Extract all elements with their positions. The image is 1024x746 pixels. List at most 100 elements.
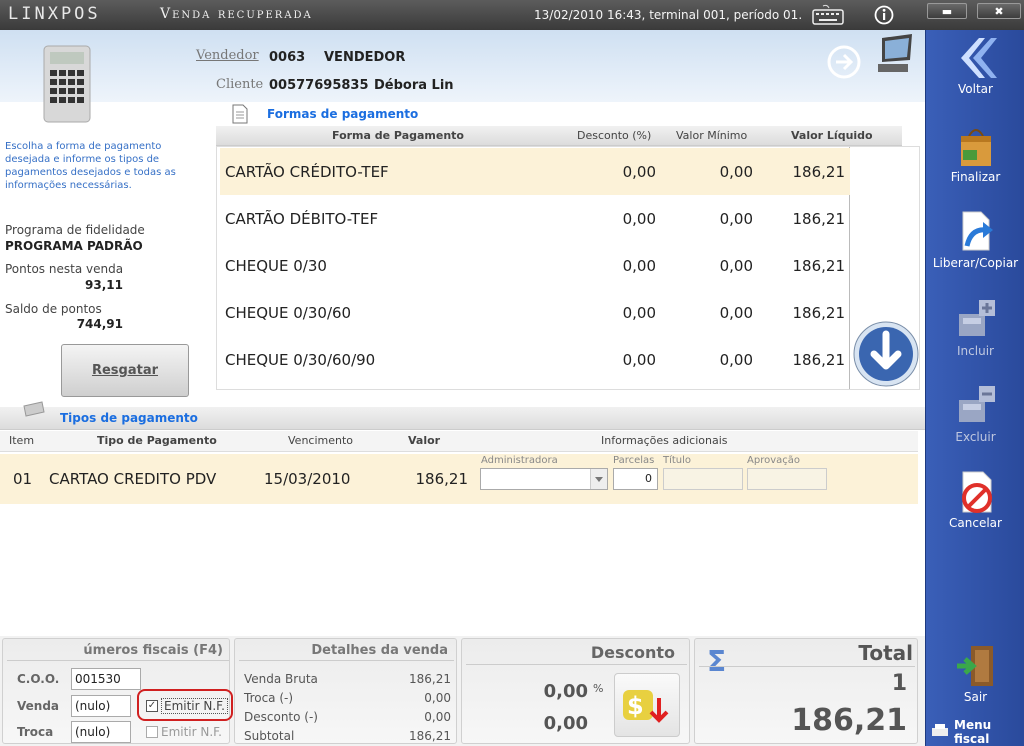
aprovacao-input[interactable] [747,468,827,490]
vendedor-name: VENDEDOR [324,50,406,65]
incluir-button[interactable]: Incluir [926,292,1024,372]
window-title: Venda recuperada [160,6,313,22]
document-icon [231,104,249,127]
desconto-title: Desconto [590,643,675,662]
discount-icon: $ [623,690,669,723]
tipo-row[interactable]: 01 CARTAO CREDITO PDV 15/03/2010 186,21 … [0,454,918,504]
liberar-copiar-button[interactable]: Liberar/Copiar [926,204,1024,284]
arrow-down-icon [853,321,919,387]
forma-minimo: 0,00 [719,162,753,181]
troca-input[interactable]: (nulo) [71,721,131,743]
excluir-label: Excluir [955,430,996,444]
cancelar-button[interactable]: Cancelar [926,464,1024,544]
total-value: 186,21 [791,703,907,738]
cancel-icon [955,470,997,514]
desconto-det-label: Desconto (-) [244,710,318,724]
tipo-valor: 186,21 [415,470,469,488]
col-forma: Forma de Pagamento [332,129,464,142]
emitir-nf-troca-label: Emitir N.F. [161,725,222,739]
administradora-label: Administradora [481,455,558,466]
forma-name: CARTÃO CRÉDITO-TEF [225,162,389,181]
fiscais-box: úmeros fiscais (F4) C.O.O. 001530 Venda … [2,638,233,744]
desconto-percent: 0,00 [543,681,588,702]
tipos-title: Tipos de pagamento [60,411,198,425]
shopping-bag-icon [955,124,997,168]
col-liquido: Valor Líquido [791,129,873,142]
detalhes-box: Detalhes da venda Venda Bruta 186,21 Tro… [234,638,457,744]
cancelar-label: Cancelar [949,516,1002,530]
info-icon[interactable] [872,3,896,27]
cliente-code: 00577695835 [269,78,369,93]
keyboard-icon[interactable] [810,3,846,27]
forma-row[interactable]: CHEQUE 0/30 0,00 0,00 186,21 [220,242,850,289]
card-icon [20,400,46,421]
total-divider [699,666,915,667]
calculator-icon [42,44,92,127]
forma-liquido: 186,21 [792,303,846,322]
sigma-icon: Σ [707,645,727,678]
desconto-divider [466,664,687,665]
desconto-box: Desconto 0,00 % 0,00 $ [461,638,690,744]
formas-title: Formas de pagamento [267,107,419,121]
forma-row[interactable]: CHEQUE 0/30/60/90 0,00 0,00 186,21 [220,336,850,383]
remove-register-icon [955,384,997,428]
titulo-input[interactable] [663,468,743,490]
total-count: 1 [891,671,907,696]
forma-liquido: 186,21 [792,256,846,275]
finalizar-label: Finalizar [950,170,1001,184]
emitir-nf-label: Emitir N.F. [161,698,228,714]
checkbox-unchecked-icon [146,726,158,738]
sair-button[interactable]: Sair [926,638,1024,718]
excluir-button[interactable]: Excluir [926,378,1024,458]
col-valor: Valor [408,434,441,447]
aprovacao-label: Aprovação [747,455,800,466]
liberar-copiar-label: Liberar/Copiar [932,256,1019,270]
title-bar: LINXPOS Venda recuperada 13/02/2010 16:4… [0,0,1024,30]
venda-label: Venda [17,699,59,713]
fiscais-title: úmeros fiscais (F4) [83,643,223,658]
forma-name: CHEQUE 0/30/60/90 [225,350,376,369]
col-desconto: Desconto (%) [577,129,652,142]
printer-icon [930,723,950,742]
voltar-button[interactable]: Voltar [926,30,1024,110]
menu-fiscal-button[interactable]: Menu fiscal [926,718,1024,746]
parcelas-input[interactable]: 0 [613,468,658,490]
emitir-nf-checkbox[interactable]: ✓ Emitir N.F. [146,698,228,714]
forma-name: CHEQUE 0/30 [225,256,327,275]
forma-liquido: 186,21 [792,350,846,369]
coo-input[interactable]: 001530 [71,668,141,690]
saldo-value: 744,91 [76,317,123,331]
col-tipo: Tipo de Pagamento [97,434,217,447]
tipos-header: Item Tipo de Pagamento Vencimento Valor … [0,431,918,452]
tipo-vencimento: 15/03/2010 [264,470,351,488]
instructions-text: Escolha a forma de pagamento desejada e … [5,141,176,191]
forma-minimo: 0,00 [719,303,753,322]
emitir-nf-troca-checkbox[interactable]: Emitir N.F. [146,725,222,739]
formas-header: Forma de Pagamento Desconto (%) Valor Mí… [216,126,902,146]
copy-document-icon [955,210,997,254]
sale-header: Vendedor 0063 VENDEDOR Cliente 005776958… [0,30,925,123]
pontos-label: Pontos nesta venda [5,262,124,276]
action-sidebar: Voltar Finalizar Liberar/Copiar Incluir … [925,30,1024,746]
voltar-label: Voltar [958,82,993,96]
forma-minimo: 0,00 [719,350,753,369]
scroll-down-button[interactable] [852,320,920,391]
pos-terminal-icon [872,32,918,81]
venda-input[interactable]: (nulo) [71,695,131,717]
vendedor-code: 0063 [269,50,306,65]
finalizar-button[interactable]: Finalizar [926,118,1024,198]
administradora-select[interactable] [480,468,608,490]
forma-row[interactable]: CARTÃO CRÉDITO-TEF 0,00 0,00 186,21 [220,148,850,195]
forma-name: CHEQUE 0/30/60 [225,303,352,322]
close-button[interactable]: ✖ [977,3,1021,19]
forma-row[interactable]: CARTÃO DÉBITO-TEF 0,00 0,00 186,21 [220,195,850,242]
forma-minimo: 0,00 [719,256,753,275]
forma-row[interactable]: CHEQUE 0/30/60 0,00 0,00 186,21 [220,289,850,336]
troca-label: Troca [17,725,54,739]
back-icon [955,36,997,80]
cliente-label: Cliente [216,77,264,92]
apply-discount-button[interactable]: $ [614,673,680,737]
resgatar-button[interactable]: Resgatar [61,344,189,397]
minimize-button[interactable]: ▬ [927,3,967,19]
desconto-det-value: 0,00 [424,710,451,724]
